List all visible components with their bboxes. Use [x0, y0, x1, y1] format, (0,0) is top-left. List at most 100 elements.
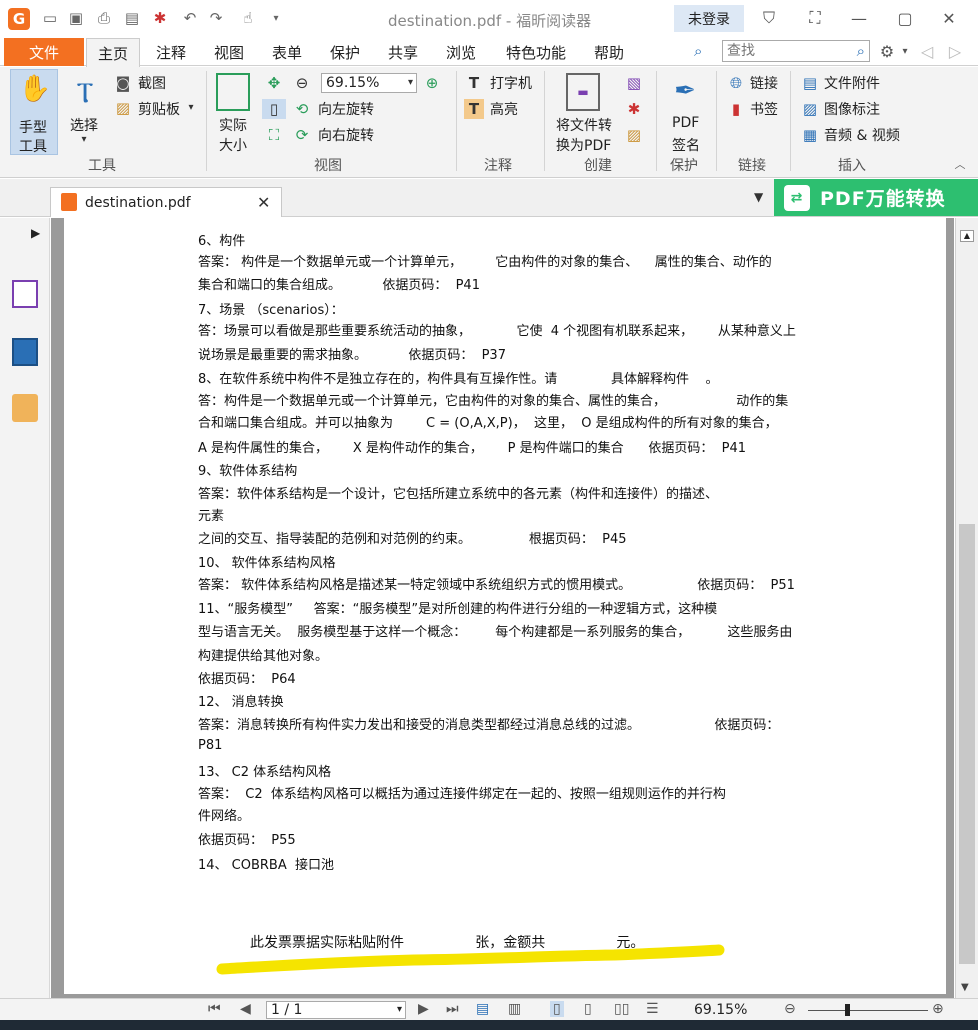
separator: [456, 71, 457, 171]
properties-icon[interactable]: ▤: [122, 8, 142, 28]
search-icon[interactable]: ⌕: [857, 42, 865, 60]
left-nav-panel: ▶: [0, 218, 50, 998]
typewriter-button[interactable]: 打字机: [490, 73, 532, 93]
comments-panel-icon[interactable]: [12, 394, 38, 422]
next-view-icon[interactable]: ▥: [508, 1001, 521, 1017]
file-attachment-button[interactable]: 文件附件: [824, 73, 880, 93]
previous-view-icon[interactable]: ▤: [476, 1001, 489, 1017]
hand-tool-button[interactable]: ✋ 手型 工具: [10, 69, 58, 155]
tab-home[interactable]: 主页: [86, 38, 140, 67]
tab-help[interactable]: 帮助: [584, 38, 634, 66]
clipboard-button[interactable]: 剪贴板: [138, 99, 180, 119]
screenshot-button[interactable]: 截图: [138, 73, 166, 93]
prev-page-icon[interactable]: ◀: [240, 1001, 251, 1017]
highlight-button[interactable]: 高亮: [490, 99, 518, 119]
zoom-slider-thumb[interactable]: [845, 1004, 850, 1016]
menu-file[interactable]: 文件: [4, 38, 84, 66]
tab-browse[interactable]: 浏览: [436, 38, 486, 66]
close-tab-icon[interactable]: ✕: [257, 193, 270, 212]
bookmark-button[interactable]: 书签: [750, 99, 778, 119]
pdf-sign-label-2: 签名: [672, 138, 700, 154]
page-text-line: 14、 COBRBA 接口池: [198, 858, 335, 873]
print-icon[interactable]: ⎙: [94, 8, 114, 28]
clipboard-icon: ▨: [115, 99, 131, 117]
menu-bar: 文件 主页 注释 视图 表单 保护 共享 浏览 特色功能 帮助 ⌕ ⌕ ⚙ ▾ …: [0, 38, 978, 67]
facing-page-icon[interactable]: ▯▯: [614, 1001, 629, 1017]
rotate-right-button[interactable]: 向右旋转: [318, 125, 374, 145]
os-taskbar: [0, 1020, 978, 1030]
image-annotation-button[interactable]: 图像标注: [824, 99, 880, 119]
restore-icon[interactable]: ▢: [892, 6, 918, 30]
search-input[interactable]: [723, 41, 843, 61]
pages-panel-icon[interactable]: [12, 338, 38, 366]
customize-dropdown-icon[interactable]: ▾: [266, 8, 286, 28]
search-field[interactable]: ⌕: [722, 40, 870, 62]
save-icon[interactable]: ▣: [66, 8, 86, 28]
page-text-line: 12、 消息转换: [198, 695, 284, 710]
forward-arrow-icon[interactable]: ▷: [942, 39, 968, 63]
close-icon[interactable]: ✕: [936, 6, 962, 30]
collapse-ribbon-icon[interactable]: ︿: [952, 157, 968, 171]
scroll-up-icon[interactable]: ▲: [960, 230, 974, 242]
tab-protect[interactable]: 保护: [320, 38, 370, 66]
page-dropdown-icon[interactable]: ▾: [397, 1002, 402, 1018]
zoom-value: 69.15%: [326, 75, 380, 91]
shirt-skin-icon[interactable]: ⛉: [756, 6, 782, 30]
new-icon[interactable]: ✱: [150, 8, 170, 28]
zoom-select[interactable]: 69.15% ▾: [321, 73, 417, 93]
undo-icon[interactable]: ↶: [180, 8, 200, 28]
vertical-scrollbar[interactable]: ▲ ▼: [955, 218, 978, 998]
rotate-left-icon: ⟲: [295, 100, 309, 118]
tab-share[interactable]: 共享: [378, 38, 428, 66]
tab-view[interactable]: 视图: [204, 38, 254, 66]
hand-quick-icon[interactable]: ☝: [238, 8, 258, 28]
fit-page-icon[interactable]: ✥: [264, 73, 284, 93]
status-zoom-out-icon[interactable]: ⊖: [784, 1001, 796, 1017]
next-page-icon[interactable]: ▶: [418, 1001, 429, 1017]
create-from-clipboard-icon[interactable]: ▨: [624, 125, 644, 145]
minimize-icon[interactable]: —: [846, 6, 872, 30]
document-view[interactable]: 6、构件 答案： 构件是一个数据单元或一个计算单元， 它由构件的对象的集合、 属…: [51, 218, 954, 998]
zoom-in-icon[interactable]: ⊕: [422, 73, 442, 93]
zoom-slider[interactable]: [808, 1010, 928, 1011]
find-folder-icon[interactable]: ⌕: [694, 42, 714, 62]
tab-form[interactable]: 表单: [262, 38, 312, 66]
link-button[interactable]: 链接: [750, 73, 778, 93]
clipboard-dropdown-icon[interactable]: ▾: [186, 101, 196, 113]
pdf-convert-banner[interactable]: ⇄ PDF万能转换: [774, 179, 978, 216]
tab-list-dropdown-icon[interactable]: ▼: [754, 190, 763, 204]
document-tab[interactable]: destination.pdf ✕: [50, 187, 282, 217]
continuous-facing-icon[interactable]: ☰: [646, 1001, 659, 1017]
scroll-thumb[interactable]: [959, 524, 975, 964]
back-arrow-icon[interactable]: ◁: [914, 39, 940, 63]
fullscreen-icon[interactable]: ⛶: [802, 6, 828, 30]
zoom-out-icon[interactable]: ⊖: [292, 73, 312, 93]
audio-video-button[interactable]: 音频 & 视频: [824, 125, 900, 145]
separator: [206, 71, 207, 171]
fit-width-icon[interactable]: ▯: [262, 99, 286, 119]
expand-panel-icon[interactable]: ▶: [31, 226, 40, 240]
single-page-icon[interactable]: ▯: [550, 1001, 564, 1017]
last-page-icon[interactable]: ⏭: [446, 1001, 459, 1017]
bookmark-panel-icon[interactable]: [12, 280, 38, 308]
continuous-page-icon[interactable]: ▯: [584, 1001, 592, 1017]
image-annotation-icon: ▨: [802, 100, 818, 118]
zoom-dropdown-icon[interactable]: ▾: [408, 74, 413, 92]
redo-icon[interactable]: ↷: [206, 8, 226, 28]
typewriter-icon: T: [468, 74, 480, 92]
scroll-down-icon[interactable]: ▼: [961, 982, 969, 993]
fit-visible-icon[interactable]: ⛶: [264, 125, 284, 145]
page-number-field[interactable]: 1 / 1 ▾: [266, 1001, 406, 1019]
page-text-line: 依据页码： P64: [198, 672, 296, 687]
first-page-icon[interactable]: ⏮: [208, 1001, 221, 1017]
separator: [716, 71, 717, 171]
create-blank-icon[interactable]: ▧: [624, 73, 644, 93]
open-folder-icon[interactable]: ▭: [40, 8, 60, 28]
page-text-line: 答案： 软件体系结构风格是描述某一特定领域中系统组织方式的惯用模式。 依据页码：…: [198, 578, 795, 593]
status-zoom-in-icon[interactable]: ⊕: [932, 1001, 944, 1017]
rotate-left-button[interactable]: 向左旋转: [318, 99, 374, 119]
create-from-scanner-icon[interactable]: ✱: [624, 99, 644, 119]
tab-features[interactable]: 特色功能: [496, 38, 576, 66]
tab-comment[interactable]: 注释: [146, 38, 196, 66]
login-button[interactable]: 未登录: [674, 5, 744, 32]
